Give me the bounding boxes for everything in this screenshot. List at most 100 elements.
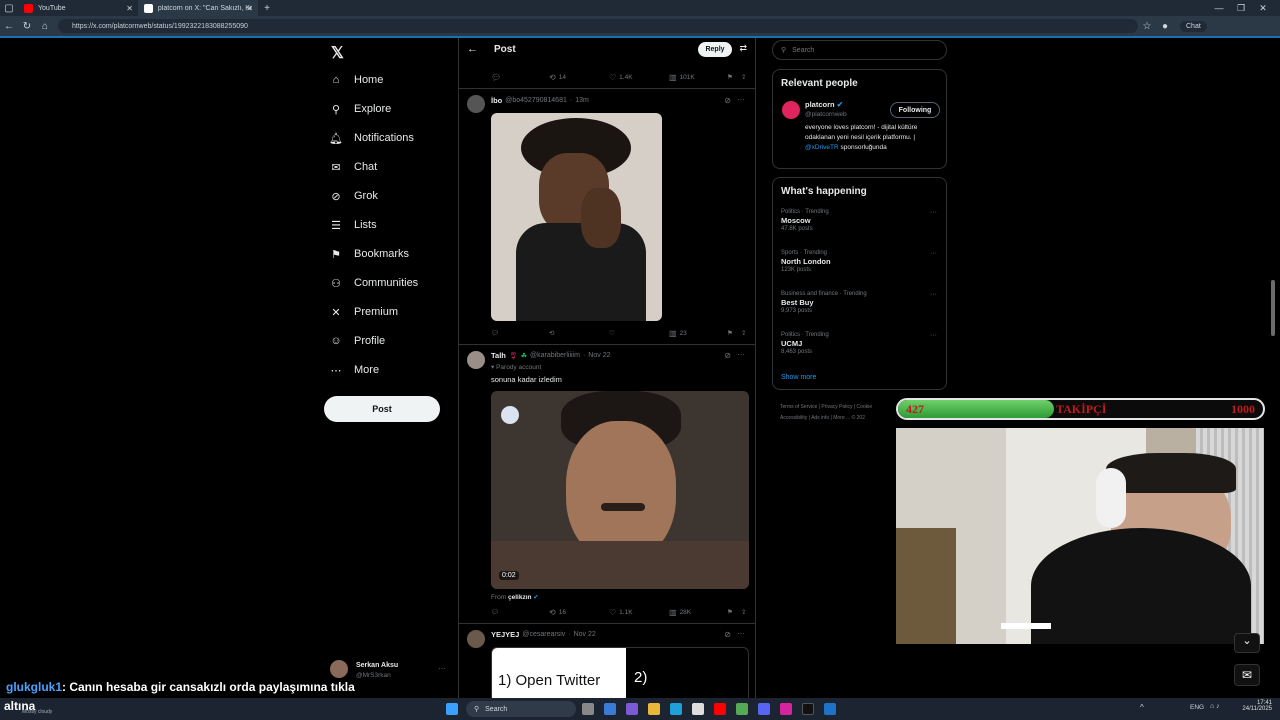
chevron-down-icon[interactable]: ⌄ (1234, 633, 1260, 653)
like-action[interactable]: ♡ 1.4K (609, 73, 633, 82)
share-icon[interactable]: ⇪ (741, 608, 746, 616)
copilot-chat-button[interactable]: Chat (1180, 20, 1207, 32)
share-icon[interactable]: ⇪ (741, 329, 746, 337)
grok-icon[interactable]: ⊘ (724, 351, 731, 360)
xbox-icon[interactable] (736, 703, 748, 715)
close-tab-icon[interactable]: ✕ (126, 4, 133, 13)
following-button[interactable]: Following (890, 102, 940, 118)
nav-grok[interactable]: ⊘ Grok (330, 190, 377, 203)
trend-item[interactable]: Politics · Trending UCMJ 8,463 posts ··· (781, 332, 941, 355)
tweet-image[interactable]: 1) Open Twitter 2) (491, 647, 749, 698)
views-action[interactable]: ▥ 23 (669, 329, 687, 338)
reply-icon[interactable]: 💬︎ (491, 73, 504, 82)
file-explorer-icon[interactable] (648, 703, 660, 715)
retweet-action[interactable]: ⟲ 14 (549, 73, 566, 82)
maximize-icon[interactable]: ❐ (1230, 3, 1252, 14)
tab-actions-icon[interactable]: ▢ (0, 3, 18, 14)
more-dots-icon[interactable]: ··· (737, 350, 745, 359)
nav-more[interactable]: ⋯ More (330, 364, 380, 377)
grok-icon[interactable]: ⊘ (724, 96, 731, 105)
store-icon[interactable] (692, 703, 704, 715)
from-attribution[interactable]: From çelikzın ✔ (491, 593, 539, 601)
views-action[interactable]: ▥ 101K (669, 73, 695, 82)
tab-youtube[interactable]: YouTube ✕ (18, 0, 138, 16)
avatar[interactable] (782, 101, 800, 119)
post-timeline[interactable]: ← Post Reply ⇄ 💬︎ ⟲ 14 ♡ 1.4K ▥ 101K ⚑ ⇪ İb… (458, 38, 756, 698)
windows-taskbar: altına Mostly cloudy ⚲ Search ^ ENG ⌂ ♪ 1… (0, 698, 1280, 720)
more-dots-icon[interactable]: ··· (930, 332, 937, 339)
nav-chat[interactable]: ✉ Chat (330, 161, 377, 174)
more-dots-icon[interactable]: ··· (737, 629, 745, 638)
url-field[interactable]: https://x.com/platcornweb/status/1992322… (58, 19, 1138, 33)
show-more-link[interactable]: Show more (781, 374, 816, 381)
heart-icon[interactable]: ♡ (609, 329, 615, 337)
avatar[interactable] (467, 630, 485, 648)
chart-icon: ▥ (669, 328, 677, 338)
nav-explore[interactable]: ⚲ Explore (330, 103, 391, 116)
trend-item[interactable]: Sports · Trending North London 123K post… (781, 250, 941, 273)
bookmark-icon[interactable]: ⚑ (727, 329, 733, 337)
x-logo-icon[interactable]: 𝕏 (331, 43, 344, 63)
search-input[interactable]: ⚲ Search (772, 40, 947, 60)
more-dots-icon[interactable]: ··· (930, 209, 937, 216)
share-icon[interactable]: ⇪ (741, 73, 746, 81)
tab-x-post[interactable]: platcorn on X: "Can Sakızlı, Kick o ✕ (138, 0, 258, 16)
nav-bookmarks[interactable]: ⚑ Bookmarks (330, 248, 409, 261)
grok-icon[interactable]: ⊘ (724, 630, 731, 639)
task-view-icon[interactable] (582, 703, 594, 715)
sliders-icon[interactable]: ⇄ (739, 43, 747, 54)
bookmark-icon[interactable]: ⚑ (727, 73, 733, 81)
scrollbar[interactable] (1271, 280, 1275, 336)
reply-icon[interactable]: 💬︎ (491, 329, 499, 337)
discord-icon[interactable] (758, 703, 770, 715)
instagram-icon[interactable] (780, 703, 792, 715)
tweet-image[interactable] (491, 113, 662, 321)
chevron-up-icon[interactable]: ^ (1140, 703, 1144, 712)
close-window-icon[interactable]: ✕ (1252, 3, 1274, 14)
clock[interactable]: 17:41 24/11/2025 (1240, 700, 1272, 712)
nav-lists[interactable]: ☰ Lists (330, 219, 377, 232)
refresh-icon[interactable]: ↻ (18, 21, 36, 32)
bookmark-icon[interactable]: ⚑ (727, 608, 733, 616)
post-button[interactable]: Post (324, 396, 440, 422)
taskbar-search[interactable]: ⚲ Search (466, 701, 576, 717)
new-tab-icon[interactable]: + (258, 3, 276, 14)
nav-premium[interactable]: ✕ Premium (330, 306, 398, 319)
views-action[interactable]: ▥ 28K (669, 608, 691, 617)
windows-start-icon[interactable] (446, 703, 458, 715)
trend-item[interactable]: Politics · Trending Moscow 47.8K posts ·… (781, 209, 941, 232)
extensions-icon[interactable]: ☆ (1138, 21, 1156, 32)
nav-notifications[interactable]: 🔔︎ Notifications (329, 132, 414, 145)
more-dots-icon[interactable]: ··· (930, 250, 937, 257)
retweet-icon[interactable]: ⟲ (549, 329, 554, 337)
back-icon[interactable]: ← (0, 21, 18, 32)
avatar[interactable] (467, 95, 485, 113)
network-icon[interactable]: ⌂ ♪ (1210, 703, 1220, 710)
copilot-icon[interactable] (604, 703, 616, 715)
more-circle-icon: ⋯ (330, 364, 342, 377)
trend-item[interactable]: Business and finance · Trending Best Buy… (781, 291, 941, 314)
avatar[interactable] (467, 351, 485, 369)
more-dots-icon[interactable]: ··· (737, 95, 745, 104)
youtube-icon[interactable] (714, 703, 726, 715)
edge-icon[interactable] (670, 703, 682, 715)
tweet-video[interactable]: 0:02 (491, 391, 749, 589)
profile-browser-icon[interactable]: ● (1156, 21, 1174, 32)
todo-icon[interactable] (824, 703, 836, 715)
more-dots-icon[interactable]: ··· (930, 291, 937, 298)
minimize-icon[interactable]: — (1208, 3, 1230, 14)
retweet-action[interactable]: ⟲ 16 (549, 608, 566, 617)
home-browser-icon[interactable]: ⌂ (36, 21, 54, 32)
nav-profile[interactable]: ☺ Profile (330, 335, 385, 347)
nav-home[interactable]: ⌂ Home (330, 74, 384, 86)
like-action[interactable]: ♡ 1.1K (609, 608, 633, 617)
back-arrow-icon[interactable]: ← (467, 43, 478, 55)
teams-icon[interactable] (626, 703, 638, 715)
nav-communities[interactable]: ⚇ Communities (330, 277, 418, 290)
tiktok-icon[interactable] (802, 703, 814, 715)
reply-button[interactable]: Reply (698, 42, 732, 57)
mail-icon[interactable]: ✉ (1234, 664, 1260, 686)
close-tab-icon[interactable]: ✕ (246, 4, 253, 13)
reply-icon[interactable]: 💬︎ (491, 608, 499, 616)
profile-name[interactable]: platcorn ✔ (805, 100, 843, 109)
